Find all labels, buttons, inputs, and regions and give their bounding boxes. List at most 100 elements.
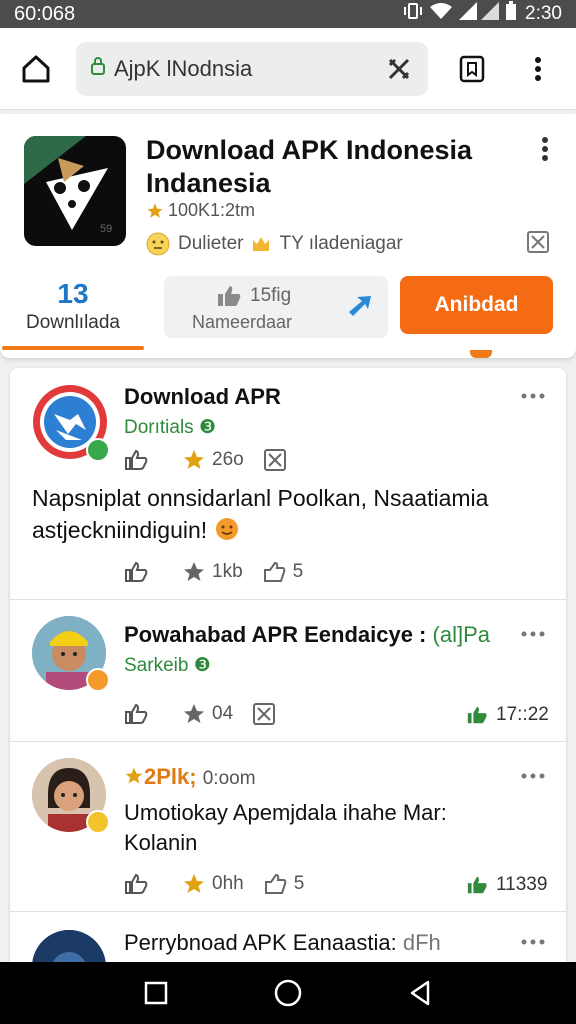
- post-subtitle: Sarkeib ❸: [124, 655, 211, 676]
- app-title: Download APK Indonesia Indanesia: [146, 135, 473, 198]
- clear-url-button[interactable]: [384, 54, 414, 84]
- star-icon: [184, 874, 204, 893]
- post-body: Napsniplat onnsidarlanl Poolkan, Nsaatia…: [32, 485, 489, 543]
- share-button[interactable]: 5: [263, 561, 303, 583]
- menu-button[interactable]: [520, 51, 556, 87]
- download-action-button[interactable]: Anibdad: [400, 276, 553, 334]
- star-icon: [147, 203, 163, 218]
- like-button[interactable]: [124, 561, 150, 583]
- star-icon: [125, 767, 143, 784]
- wifi-icon: [429, 2, 453, 26]
- status-time-left: 60:068: [14, 2, 76, 25]
- svg-text:59: 59: [100, 223, 112, 235]
- user-badge: [86, 668, 110, 692]
- app-more-button[interactable]: [532, 134, 558, 164]
- more-vert-icon: [535, 56, 541, 81]
- downloads-label: Downlılada: [26, 312, 120, 333]
- app-stats-row: 13 Downlılada 15fig Nameerdaar Anibdad: [0, 274, 576, 350]
- star-button[interactable]: 04: [182, 702, 233, 726]
- post-item[interactable]: Perrybnoad APK Eanaastia: dFh: [10, 912, 566, 968]
- like-button[interactable]: [124, 703, 150, 725]
- rate-value: 15fig: [250, 285, 292, 306]
- signal-icon: [459, 2, 500, 26]
- like-button[interactable]: [124, 449, 150, 471]
- url-text: AjpK lNodnsia: [114, 55, 253, 81]
- smiley-icon: [146, 232, 170, 256]
- bookmark-button[interactable]: [454, 51, 490, 87]
- image-icon: [253, 703, 276, 725]
- close-icon: [388, 58, 410, 79]
- post-actions-row: 0hh 5: [124, 872, 304, 896]
- home-button[interactable]: [14, 47, 58, 91]
- nav-square-icon: [144, 981, 168, 1005]
- post-item[interactable]: Download APR Dorıtials ❸ 26o Napsniplat …: [10, 368, 566, 600]
- like-count[interactable]: 17::22: [466, 704, 549, 726]
- like-button[interactable]: [124, 873, 150, 895]
- vibrate-icon: [403, 2, 423, 26]
- post-title: Powahabad APR Eendaicye : (al]Pa: [124, 622, 490, 647]
- star-button[interactable]: 1kb: [182, 560, 243, 584]
- app-info-row: Dulieter TY ıladeniagar: [146, 232, 403, 256]
- more-horiz-icon: [521, 939, 545, 945]
- address-bar[interactable]: AjpK lNodnsia: [76, 41, 428, 96]
- post-body: Umotiokay Apemjdala ihahe Mar: Kolanin: [124, 800, 447, 855]
- star-stat: 26o: [182, 448, 244, 472]
- image-icon: [527, 231, 549, 253]
- scroll-indicator: [470, 350, 492, 358]
- post-item[interactable]: 2Plk; 0:oom Umotiokay Apemjdala ihahe Ma…: [10, 742, 566, 912]
- nav-circle-icon: [274, 979, 302, 1007]
- crown-icon: [253, 237, 270, 251]
- post-more-button[interactable]: [520, 932, 546, 952]
- info-right-text: TY ıladeniagar: [279, 233, 403, 254]
- post-title: 2Plk; 0:oom: [124, 764, 256, 790]
- post-actions-row: 1kb 5: [124, 560, 303, 584]
- star-icon: [184, 562, 204, 581]
- emoji-icon: [214, 517, 240, 543]
- post-more-button[interactable]: [520, 766, 546, 786]
- post-actions-row: 04: [124, 702, 276, 726]
- like-count[interactable]: 11339: [466, 874, 547, 896]
- post-more-button[interactable]: [520, 386, 546, 406]
- more-horiz-icon: [521, 631, 545, 637]
- downloads-tab[interactable]: 13 Downlılada: [0, 276, 146, 350]
- downloads-count: 13: [57, 278, 89, 309]
- back-button[interactable]: [398, 971, 442, 1015]
- thumb-up-icon: [125, 873, 148, 894]
- report-button[interactable]: [526, 230, 550, 259]
- nav-back-icon: [410, 980, 430, 1006]
- rate-label: Nameerdaar: [192, 312, 293, 332]
- lock-icon: [90, 56, 106, 82]
- thumb-up-icon: [218, 286, 241, 306]
- post-item[interactable]: Powahabad APR Eendaicye : (al]Pa Sarkeib…: [10, 600, 566, 742]
- post-title: Download APR: [124, 384, 281, 409]
- image-button[interactable]: [263, 449, 286, 471]
- thumb-up-icon: [467, 706, 487, 724]
- battery-icon: [505, 1, 517, 27]
- thumb-up-icon: [125, 561, 148, 582]
- star-icon: [184, 450, 204, 469]
- post-time: 0:oom: [202, 768, 256, 789]
- post-subtitle: Dorıtials ❸: [124, 417, 216, 438]
- thumb-up-icon: [125, 449, 148, 470]
- more-vert-icon: [542, 137, 548, 161]
- rate-box[interactable]: 15fig Nameerdaar: [164, 276, 388, 338]
- verified-badge: [86, 438, 110, 462]
- app-header-card: 59 Download APK Indonesia Indanesia 100K…: [0, 114, 576, 358]
- more-horiz-icon: [521, 393, 545, 399]
- home-icon: [22, 55, 50, 82]
- rating-text: 100K1:2tm: [168, 200, 256, 220]
- star-button[interactable]: 0hh: [182, 872, 244, 896]
- share-button[interactable]: 5: [264, 873, 304, 895]
- thumb-up-icon: [125, 703, 148, 724]
- post-more-button[interactable]: [520, 624, 546, 644]
- arrow-icon: [346, 292, 374, 325]
- status-time-right: 2:30: [525, 3, 562, 24]
- info-left-text: Dulieter: [178, 233, 244, 254]
- image-button[interactable]: [253, 703, 276, 725]
- posts-feed[interactable]: Download APR Dorıtials ❸ 26o Napsniplat …: [10, 368, 566, 968]
- system-nav-bar: [0, 962, 576, 1024]
- recent-apps-button[interactable]: [134, 971, 178, 1015]
- app-rating: 100K1:2tm: [146, 200, 255, 221]
- more-horiz-icon: [521, 773, 545, 779]
- home-nav-button[interactable]: [266, 971, 310, 1015]
